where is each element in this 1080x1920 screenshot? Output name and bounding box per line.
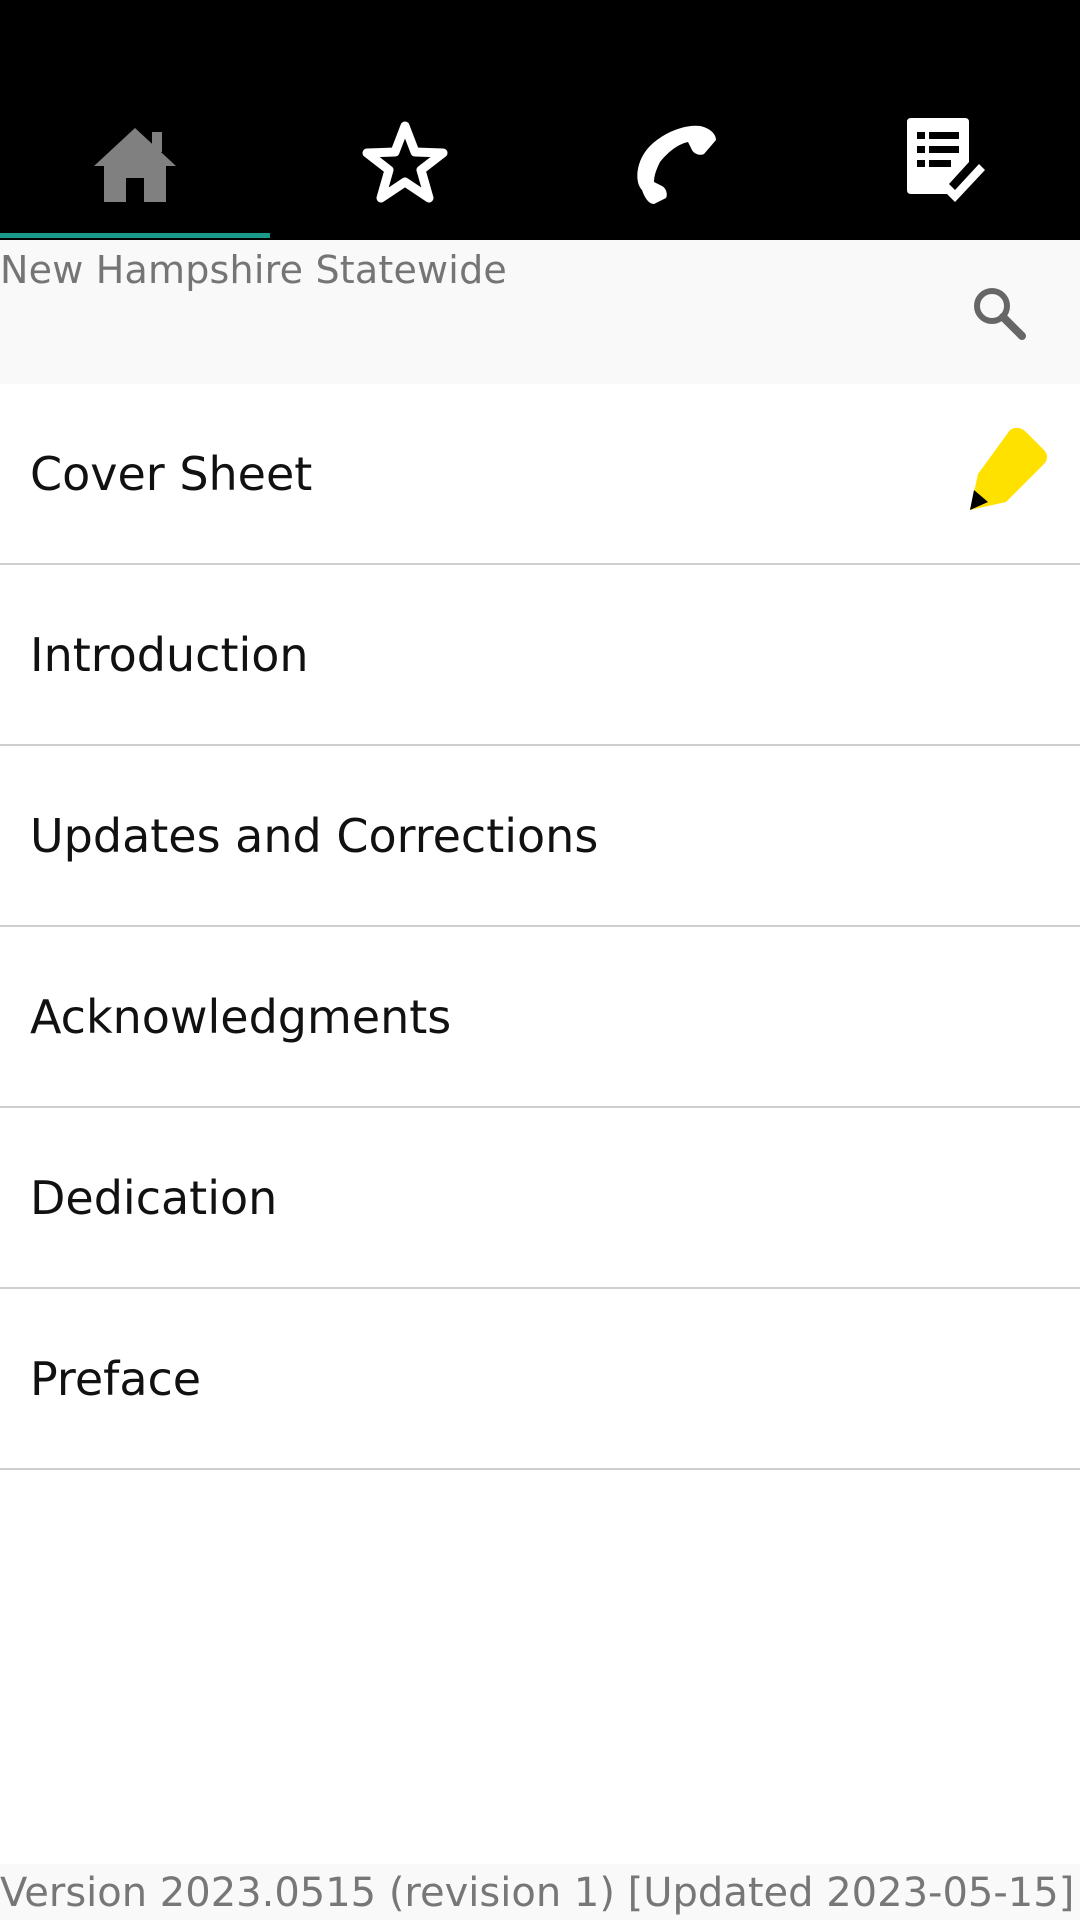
list-item-acknowledgments[interactable]: Acknowledgments xyxy=(0,927,1080,1108)
home-icon xyxy=(94,128,176,202)
list-item-label: Introduction xyxy=(30,627,309,682)
header-bar: New Hampshire Statewide xyxy=(0,240,1080,384)
checklist-icon xyxy=(907,118,985,202)
list-item-label: Cover Sheet xyxy=(30,446,313,501)
tab-checklist[interactable] xyxy=(810,0,1080,240)
list-item-cover-sheet[interactable]: Cover Sheet xyxy=(0,384,1080,565)
list-item-introduction[interactable]: Introduction xyxy=(0,565,1080,746)
version-text: Version 2023.0515 (revision 1) [Updated … xyxy=(0,1870,1075,1916)
list-item-label: Acknowledgments xyxy=(30,989,452,1044)
search-icon xyxy=(974,288,1026,340)
tab-favorites[interactable] xyxy=(270,0,540,240)
page-title: New Hampshire Statewide xyxy=(0,248,507,292)
list-item-label: Preface xyxy=(30,1351,202,1406)
list-item-label: Updates and Corrections xyxy=(30,808,599,863)
top-tab-bar xyxy=(0,0,1080,240)
list-item-dedication[interactable]: Dedication xyxy=(0,1108,1080,1289)
note-pencil-icon[interactable] xyxy=(958,426,1050,518)
tab-home[interactable] xyxy=(0,0,270,240)
search-button[interactable] xyxy=(966,280,1030,344)
star-icon xyxy=(362,121,448,203)
tab-selected-indicator xyxy=(0,233,270,238)
section-list: Cover Sheet Introduction Updates and Cor… xyxy=(0,384,1080,1470)
list-item-updates-and-corrections[interactable]: Updates and Corrections xyxy=(0,746,1080,927)
list-item-preface[interactable]: Preface xyxy=(0,1289,1080,1470)
app-root: New Hampshire Statewide Cover Sheet Intr… xyxy=(0,0,1080,1920)
version-footer: Version 2023.0515 (revision 1) [Updated … xyxy=(0,1864,1080,1920)
phone-icon xyxy=(637,125,716,204)
list-item-label: Dedication xyxy=(30,1170,278,1225)
tab-contacts[interactable] xyxy=(540,0,810,240)
